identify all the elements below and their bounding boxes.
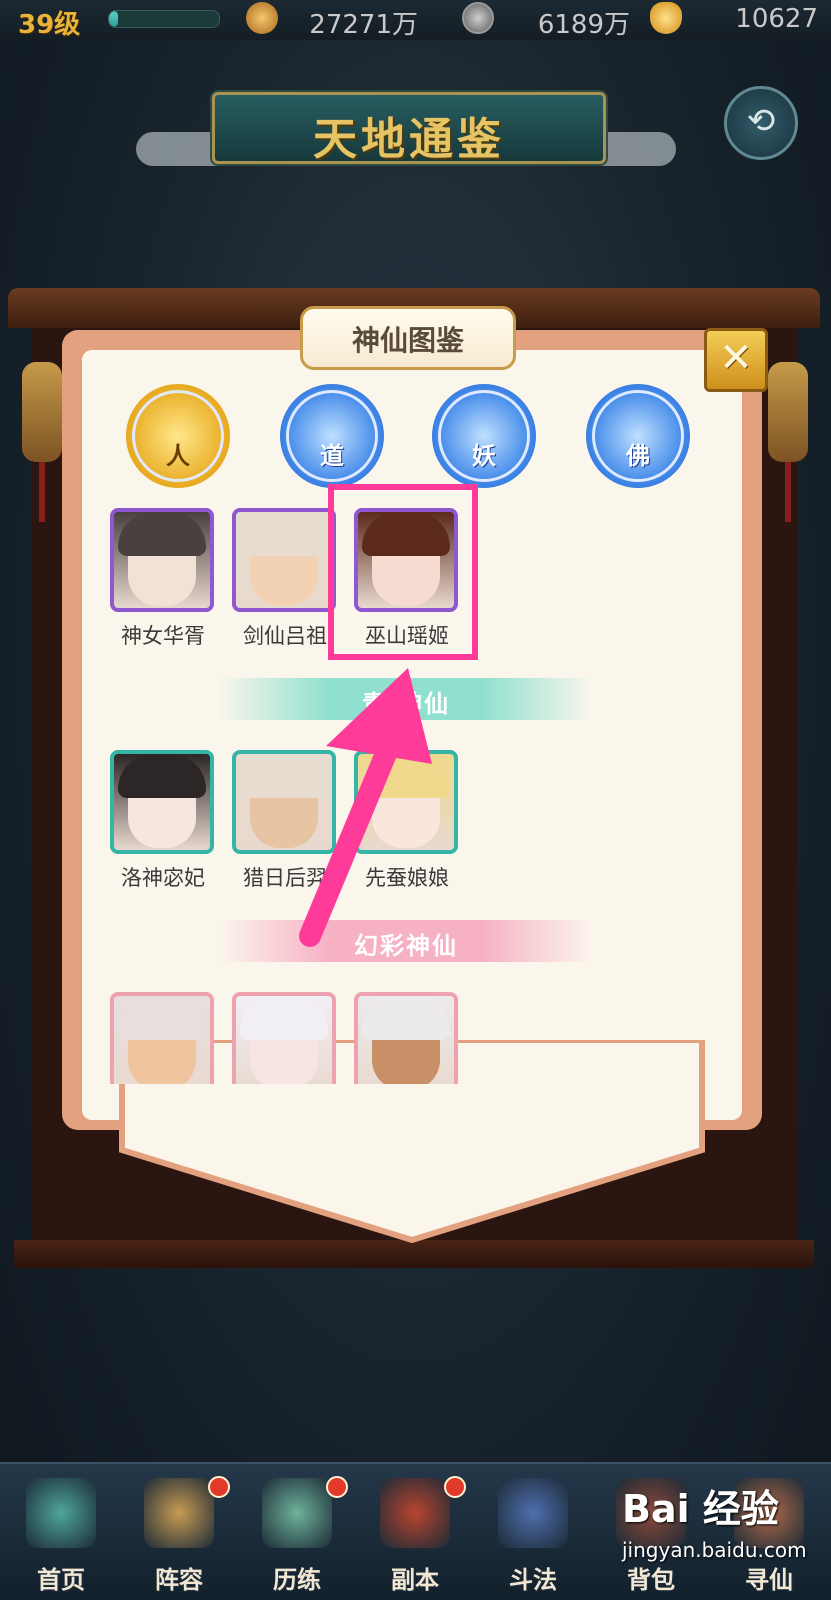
gold-ingot-value: 10627 [735,4,818,34]
tab-demon-label: 妖 [472,442,496,470]
xp-progress-fill [109,11,118,27]
tab-tao[interactable]: 道 [280,384,384,488]
panel-title: 神仙图鉴 [351,324,464,357]
hero-hair [240,512,328,556]
nav-item-label: 历练 [273,1566,321,1594]
highlight-box [328,484,478,660]
tab-buddha[interactable]: 佛 [586,384,690,488]
lantern-left-icon [22,362,62,462]
gold-ingot-display: 10627 [650,0,826,36]
nav-item[interactable]: 副本 [356,1470,474,1596]
tab-buddha-label: 佛 [626,442,650,470]
hero-hair [118,512,206,556]
hero-name: 洛神宓妃 [121,866,205,890]
hero-card[interactable] [110,992,220,1084]
nav-item[interactable]: 斗法 [474,1470,592,1596]
training-icon [262,1478,332,1548]
lantern-left-tassel [39,462,45,522]
coin-value: 6189万 [537,10,630,40]
nav-item[interactable]: 首页 [2,1470,120,1596]
nav-item-label: 阵容 [155,1566,203,1594]
watermark-url: jingyan.baidu.com [622,1538,807,1562]
xp-progress-bar [108,10,220,28]
lineup-icon [144,1478,214,1548]
pointer-arrow-icon [299,668,432,947]
resource-bar: 39级 27271万 6189万 10627 [0,0,831,40]
hero-hair [118,754,206,798]
coin-icon [462,2,494,34]
notification-dot [326,1476,348,1498]
hero-card[interactable] [354,992,464,1084]
panel-title-plate: 神仙图鉴 [300,306,516,370]
nav-item[interactable]: 历练 [238,1470,356,1596]
hero-name: 神女华胥 [121,624,205,648]
hero-hair [362,996,450,1040]
coin-display: 6189万 [462,0,638,40]
hero-portrait [232,508,336,612]
tab-demon[interactable]: 妖 [432,384,536,488]
hero-card[interactable] [232,992,342,1084]
watermark: Bai 经验 jingyan.baidu.com [622,1478,828,1588]
tab-tao-label: 道 [320,442,344,470]
nav-item-label: 首页 [37,1566,85,1594]
hero-portrait [110,750,214,854]
close-icon: ✕ [719,335,753,381]
back-button[interactable]: ⟲ [724,86,798,160]
close-button[interactable]: ✕ [704,328,768,392]
gold-ingot-icon [650,2,682,34]
hero-name: 剑仙吕祖 [243,624,327,648]
baidu-jingyan-logo: Bai 经验 [622,1487,779,1531]
nav-item-label: 斗法 [509,1566,557,1594]
page-header-banner: 天地通鉴 [212,92,606,165]
combat-power-value: 27271万 [309,10,418,40]
hero-hair [118,996,206,1040]
tab-human-label: 人 [166,442,190,470]
hero-hair [240,996,328,1040]
dungeon-icon [380,1478,450,1548]
lantern-right-tassel [785,462,791,522]
page-title: 天地通鉴 [313,114,505,165]
nav-item[interactable]: 阵容 [120,1470,238,1596]
home-icon [26,1478,96,1548]
notification-dot [444,1476,466,1498]
combat-power-display: 27271万 [246,0,426,40]
back-arrow-icon: ⟲ [746,101,776,141]
hero-portrait [354,992,458,1084]
nav-item-label: 副本 [391,1566,439,1594]
lantern-right-icon [768,362,808,462]
combat-power-icon [246,2,278,34]
hero-portrait [232,992,336,1084]
battle-icon [498,1478,568,1548]
tab-human[interactable]: 人 [126,384,230,488]
hero-portrait [110,508,214,612]
hero-portrait [110,992,214,1084]
notification-dot [208,1476,230,1498]
player-level: 39级 [18,10,81,40]
